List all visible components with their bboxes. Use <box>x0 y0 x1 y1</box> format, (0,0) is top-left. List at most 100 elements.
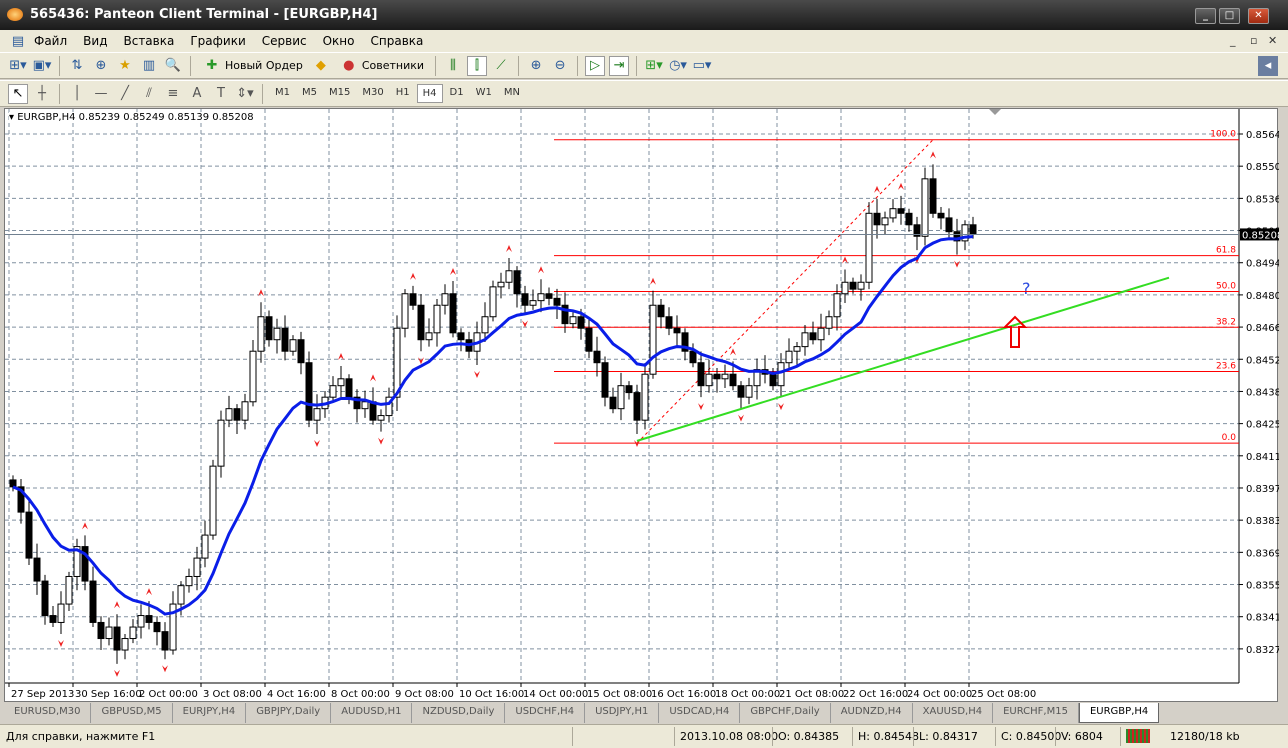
timeframe-m30[interactable]: M30 <box>357 84 388 103</box>
price-tick-label: 0.83690 <box>1246 548 1279 559</box>
mdi-restore-button[interactable]: ▫ <box>1250 34 1257 47</box>
close-button[interactable]: ✕ <box>1248 8 1269 24</box>
candle-body <box>457 332 465 341</box>
timeframe-d1[interactable]: D1 <box>445 84 469 103</box>
candle-body <box>609 396 617 410</box>
candle-body <box>793 346 801 352</box>
line-chart-icon[interactable]: ⟋ <box>491 56 511 76</box>
candle-body <box>273 327 281 341</box>
menu-view[interactable]: Вид <box>75 34 115 48</box>
date-label: 9 Oct 08:00 <box>395 689 454 700</box>
menu-tools[interactable]: Сервис <box>254 34 315 48</box>
candle <box>521 285 529 315</box>
bar-chart-icon[interactable]: ⫼ <box>443 56 463 76</box>
candle <box>745 377 753 405</box>
navigator-icon[interactable]: ★ <box>115 56 135 76</box>
horizontal-line-icon[interactable]: — <box>91 84 111 104</box>
menu-file[interactable]: Файл <box>26 34 75 48</box>
maximize-button[interactable]: □ <box>1219 8 1240 24</box>
chart-area[interactable]: 0.856450.855050.853650.850850.849450.848… <box>4 108 1287 703</box>
metaeditor-icon[interactable]: ◆ <box>311 56 331 76</box>
timeframe-h4[interactable]: H4 <box>416 84 443 103</box>
autoscroll-icon[interactable]: ▷ <box>585 55 606 76</box>
chart-shift-icon[interactable]: ⇥ <box>609 55 630 76</box>
cursor-icon[interactable]: ↖ <box>8 83 28 104</box>
chart-tab[interactable]: EURGBP,H4 <box>1078 703 1160 723</box>
timeframe-mn[interactable]: MN <box>499 84 525 103</box>
chart-tab[interactable]: GBPUSD,M5 <box>91 703 173 723</box>
candle <box>361 390 369 418</box>
chart-tab[interactable]: GBPJPY,Daily <box>246 703 332 723</box>
menu-insert[interactable]: Вставка <box>115 34 182 48</box>
status-close: C: 0.84500 <box>1001 730 1062 743</box>
terminal-icon[interactable]: ▥ <box>139 56 159 76</box>
timeframe-m15[interactable]: M15 <box>324 84 355 103</box>
fibonacci-icon[interactable]: ≡ <box>163 84 183 104</box>
candle <box>865 202 873 290</box>
mdi-close-button[interactable]: ✕ <box>1268 34 1277 47</box>
candle-body <box>809 332 817 341</box>
fractal-up-arrow <box>146 588 152 596</box>
chart-tab[interactable]: GBPCHF,Daily <box>740 703 831 723</box>
trendline-icon[interactable]: ╱ <box>115 84 135 104</box>
candle <box>705 359 713 393</box>
chart-tab[interactable]: USDJPY,H1 <box>585 703 660 723</box>
candle-body <box>449 293 457 334</box>
menu-charts[interactable]: Графики <box>182 34 253 48</box>
candle-body <box>657 304 665 318</box>
candle-body <box>193 557 201 577</box>
chart-tab[interactable]: USDCHF,H4 <box>505 703 586 723</box>
chart-tab[interactable]: EURCHF,M15 <box>993 703 1079 723</box>
text-label-icon[interactable]: T <box>211 84 231 104</box>
zoom-in-icon[interactable]: ⊕ <box>526 56 546 76</box>
chart-tab[interactable]: EURJPY,H4 <box>173 703 247 723</box>
new-chart-icon[interactable]: ⊞▾ <box>8 56 28 76</box>
candle-body <box>929 178 937 214</box>
data-window-icon[interactable]: ⊕ <box>91 56 111 76</box>
price-chart[interactable]: 0.856450.855050.853650.850850.849450.848… <box>5 109 1287 703</box>
candle <box>153 616 161 646</box>
strategy-tester-icon[interactable]: 🔍 <box>163 56 183 76</box>
date-label: 30 Sep 16:00 <box>75 689 142 700</box>
zoom-out-icon[interactable]: ⊖ <box>550 56 570 76</box>
candle <box>193 546 201 591</box>
candle-body <box>409 293 417 306</box>
minimize-button[interactable]: _ <box>1195 8 1216 24</box>
periods-icon[interactable]: ◷▾ <box>668 56 688 76</box>
arrows-icon[interactable]: ⇕▾ <box>235 84 255 104</box>
chart-tab[interactable]: USDCAD,H4 <box>659 703 741 723</box>
candle <box>961 220 969 251</box>
candle <box>161 622 169 660</box>
chart-tab[interactable]: AUDUSD,H1 <box>331 703 413 723</box>
experts-button[interactable]: ● Советники <box>335 56 428 76</box>
templates-icon[interactable]: ▭▾ <box>692 56 712 76</box>
menu-help[interactable]: Справка <box>363 34 432 48</box>
menu-window[interactable]: Окно <box>315 34 363 48</box>
candlestick-icon[interactable]: ⫿ <box>467 55 488 76</box>
chart-tab[interactable]: EURUSD,M30 <box>4 703 92 723</box>
profiles-icon[interactable]: ▣▾ <box>32 56 52 76</box>
vertical-line-icon[interactable]: │ <box>67 84 87 104</box>
timeframe-m5[interactable]: M5 <box>297 84 322 103</box>
timeframe-m1[interactable]: M1 <box>270 84 295 103</box>
candle-body <box>769 373 777 387</box>
fractal-down-arrow <box>474 371 480 379</box>
text-icon[interactable]: A <box>187 84 207 104</box>
timeframe-h1[interactable]: H1 <box>391 84 415 103</box>
candle-body <box>905 212 913 226</box>
chart-tab[interactable]: AUDNZD,H4 <box>831 703 913 723</box>
candle-body <box>649 304 657 375</box>
mdi-minimize-button[interactable]: _ <box>1230 34 1236 47</box>
equidistant-channel-icon[interactable]: ⫽ <box>139 84 159 104</box>
candle <box>377 409 385 432</box>
candle <box>185 568 193 593</box>
chart-tab[interactable]: XAUUSD,H4 <box>913 703 994 723</box>
crosshair-icon[interactable]: ┼ <box>32 84 52 104</box>
market-watch-icon[interactable]: ⇅ <box>67 56 87 76</box>
indicators-icon[interactable]: ⊞▾ <box>644 56 664 76</box>
timeframe-w1[interactable]: W1 <box>471 84 497 103</box>
new-order-button[interactable]: ✚ Новый Ордер <box>198 56 307 76</box>
expand-icon[interactable]: ◂ <box>1258 55 1278 76</box>
chart-tab[interactable]: NZDUSD,Daily <box>412 703 506 723</box>
status-high: H: 0.84548 <box>858 730 919 743</box>
